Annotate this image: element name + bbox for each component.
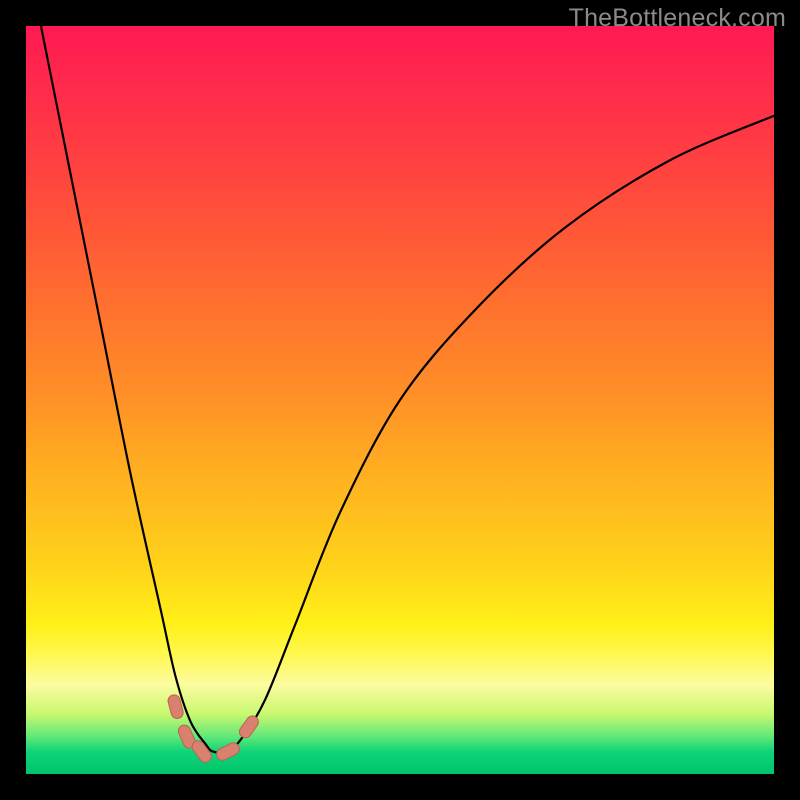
chart-svg <box>26 26 774 774</box>
bottleneck-curve <box>41 26 774 753</box>
curve-marker <box>237 714 261 741</box>
chart-plot-area <box>26 26 774 774</box>
watermark-text: TheBottleneck.com <box>569 4 786 33</box>
curve-markers <box>167 694 261 765</box>
curve-marker <box>215 741 242 762</box>
